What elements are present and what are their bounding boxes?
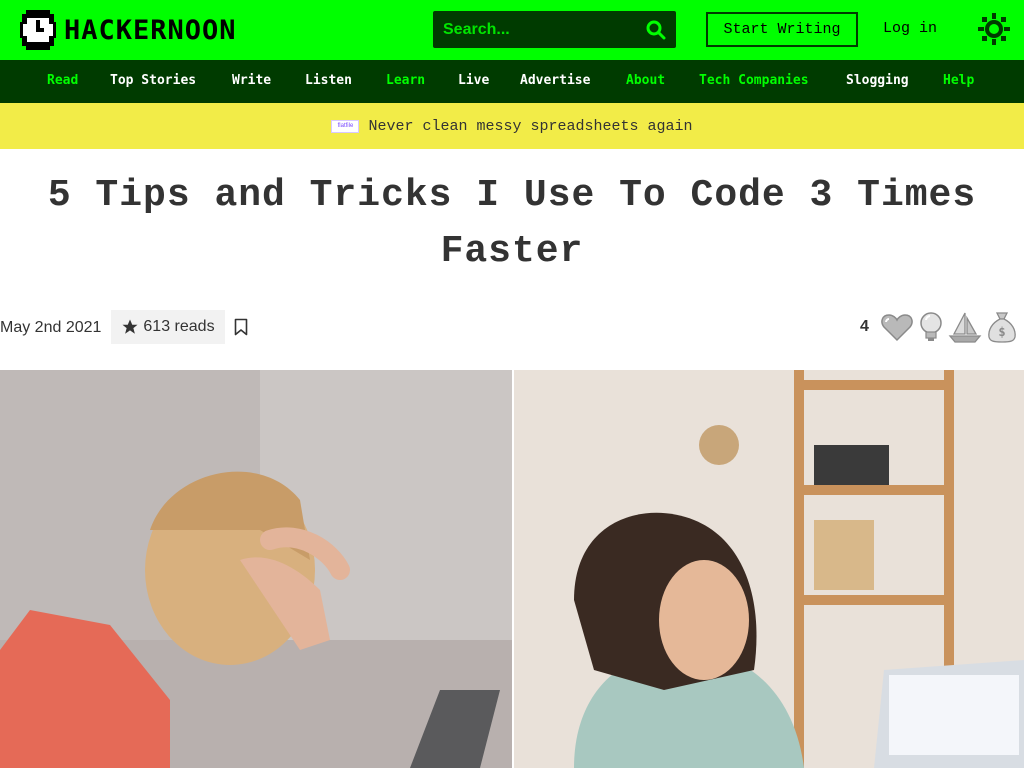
logo-icon [20, 10, 56, 50]
svg-text:$: $ [998, 325, 1005, 339]
search-input[interactable] [433, 11, 633, 48]
promo-banner[interactable]: flatfile Never clean messy spreadsheets … [0, 103, 1024, 149]
sponsor-logo: flatfile [331, 119, 360, 133]
reads-count: 613 reads [143, 318, 215, 335]
login-link[interactable]: Log in [883, 20, 937, 37]
main-nav: Read Top Stories Write Listen Learn Live… [0, 60, 1024, 103]
nav-item-live[interactable]: Live [458, 73, 489, 88]
nav-item-slogging[interactable]: Slogging [846, 73, 909, 88]
nav-item-advertise[interactable]: Advertise [520, 73, 590, 88]
search-box[interactable] [433, 11, 676, 48]
logo[interactable]: HACKERNOON [20, 10, 237, 50]
hero-photo-focused-person [514, 370, 1024, 768]
theme-toggle-sun-icon[interactable] [978, 13, 1010, 45]
bookmark-icon[interactable] [234, 318, 248, 336]
reads-badge: 613 reads [111, 310, 225, 344]
heart-icon[interactable] [880, 310, 914, 344]
search-icon[interactable] [646, 20, 666, 40]
lightbulb-icon[interactable] [916, 310, 946, 344]
top-bar: HACKERNOON Start Writing Log in [0, 0, 1024, 60]
nav-item-top-stories[interactable]: Top Stories [110, 73, 196, 88]
nav-item-tech-companies[interactable]: Tech Companies [699, 73, 809, 88]
nav-item-listen[interactable]: Listen [305, 73, 352, 88]
article-title: 5 Tips and Tricks I Use To Code 3 Times … [47, 174, 977, 273]
boat-icon[interactable] [948, 310, 982, 344]
promo-text[interactable]: Never clean messy spreadsheets again [368, 118, 692, 135]
hero-image [0, 370, 1024, 768]
reaction-count: 4 [860, 318, 869, 335]
hero-photo-stressed-person [0, 370, 512, 768]
nav-item-read[interactable]: Read [47, 73, 78, 88]
nav-item-about[interactable]: About [626, 73, 665, 88]
publish-date: May 2nd 2021 [0, 319, 102, 336]
nav-item-learn[interactable]: Learn [386, 73, 425, 88]
star-icon [122, 319, 138, 334]
logo-text: HACKERNOON [64, 14, 237, 46]
nav-item-help[interactable]: Help [943, 73, 974, 88]
money-bag-icon[interactable]: $ [985, 310, 1019, 344]
nav-item-write[interactable]: Write [232, 73, 271, 88]
start-writing-button[interactable]: Start Writing [706, 12, 858, 47]
